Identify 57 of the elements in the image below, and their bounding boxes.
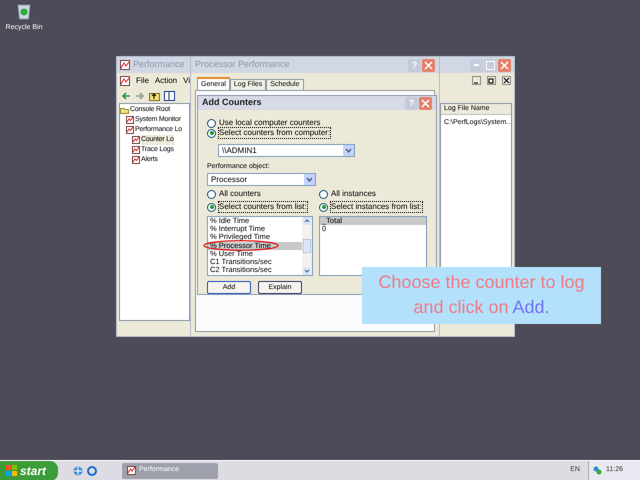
recycle-bin-icon bbox=[16, 2, 32, 20]
dropdown-button[interactable] bbox=[343, 145, 354, 156]
windows-logo-icon bbox=[6, 465, 17, 476]
dropdown-value: \\ADMIN1 bbox=[221, 144, 258, 156]
radio-label: All counters bbox=[219, 189, 261, 199]
maximize-icon bbox=[486, 60, 495, 70]
radio-button[interactable] bbox=[207, 190, 216, 198]
radio-button[interactable] bbox=[207, 118, 216, 128]
menu-item[interactable]: Vi bbox=[183, 74, 190, 86]
close-icon bbox=[424, 60, 433, 70]
chart-icon bbox=[126, 126, 134, 134]
dropdown-button[interactable] bbox=[304, 174, 315, 185]
menu-item[interactable]: File bbox=[136, 74, 149, 86]
radio-button[interactable] bbox=[319, 202, 328, 212]
folder-up-icon[interactable] bbox=[149, 90, 160, 100]
minimize-button[interactable] bbox=[472, 76, 481, 85]
scroll-thumb-icon[interactable] bbox=[303, 239, 312, 253]
menu-item[interactable]: Action bbox=[154, 74, 178, 86]
forward-arrow-icon[interactable] bbox=[135, 92, 145, 100]
window-title: Performance bbox=[133, 58, 185, 72]
radio-label: Select counters from list: bbox=[219, 202, 307, 212]
scroll-up-icon[interactable] bbox=[303, 217, 312, 225]
radio-label: Select instances from list: bbox=[331, 202, 422, 212]
chart-icon bbox=[132, 136, 140, 144]
radio-button[interactable] bbox=[207, 128, 216, 138]
minimize-icon bbox=[474, 64, 479, 66]
globe-icon[interactable] bbox=[73, 466, 83, 476]
caret-icon bbox=[306, 177, 313, 182]
radio-label: Select counters from computer: bbox=[219, 128, 330, 138]
scrollbar[interactable] bbox=[302, 217, 312, 275]
panes-icon[interactable] bbox=[164, 90, 175, 100]
instruction-caption: Choose the counter to log and click on Add. bbox=[362, 267, 601, 324]
dialog-title: Processor Performance bbox=[195, 58, 290, 72]
chart-icon bbox=[132, 156, 140, 164]
caret-icon bbox=[345, 148, 352, 153]
dropdown[interactable]: \\ADMIN1 bbox=[218, 144, 355, 157]
chart-icon bbox=[127, 466, 136, 475]
close-icon bbox=[503, 77, 510, 84]
back-arrow-icon[interactable] bbox=[121, 92, 131, 100]
dropdown-value: Processor bbox=[210, 174, 248, 186]
chart-icon bbox=[132, 146, 140, 154]
radio-button[interactable] bbox=[207, 202, 216, 212]
radio-button[interactable] bbox=[319, 190, 328, 198]
restore-button[interactable] bbox=[487, 76, 496, 85]
chart-icon bbox=[120, 76, 130, 86]
chart-icon bbox=[120, 60, 130, 70]
radio-label: Use local computer counters bbox=[219, 118, 320, 128]
dialog-title: Add Counters bbox=[202, 96, 262, 110]
restore-icon bbox=[488, 77, 495, 84]
radio-label: All instances bbox=[331, 189, 376, 199]
close-icon bbox=[421, 98, 430, 108]
dropdown[interactable]: Processor bbox=[207, 173, 316, 186]
close-icon bbox=[500, 60, 509, 70]
chart-icon bbox=[126, 116, 134, 124]
scroll-down-icon[interactable] bbox=[303, 267, 312, 275]
folder-icon bbox=[120, 106, 129, 114]
close-button[interactable] bbox=[502, 76, 511, 85]
